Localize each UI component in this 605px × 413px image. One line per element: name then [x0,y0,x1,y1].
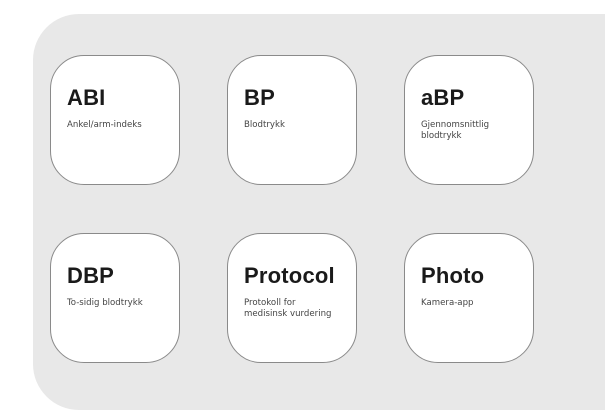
tile-description: Blodtrykk [244,120,285,130]
tile-abp[interactable]: aBP Gjennomsnittlig blodtrykk [404,55,534,185]
tile-photo[interactable]: Photo Kamera-app [404,233,534,363]
tile-description: Kamera-app [421,298,474,308]
tile-protocol[interactable]: Protocol Protokoll for medisinsk vurderi… [227,233,357,363]
tile-bp[interactable]: BP Blodtrykk [227,55,357,185]
tile-dbp[interactable]: DBP To-sidig blodtrykk [50,233,180,363]
tile-abi[interactable]: ABI Ankel/arm-indeks [50,55,180,185]
tile-title: Protocol [244,263,335,288]
tile-title: BP [244,85,275,110]
app-tile-grid: ABI Ankel/arm-indeks BP Blodtrykk aBP Gj… [50,55,550,363]
tile-title: ABI [67,85,106,110]
tile-description: Protokoll for medisinsk vurdering [244,298,332,319]
tile-description: Gjennomsnittlig blodtrykk [421,120,490,141]
tile-description: To-sidig blodtrykk [67,298,143,308]
tile-description: Ankel/arm-indeks [67,120,142,130]
tile-title: aBP [421,85,465,110]
tile-title: Photo [421,263,485,288]
tile-title: DBP [67,263,115,288]
